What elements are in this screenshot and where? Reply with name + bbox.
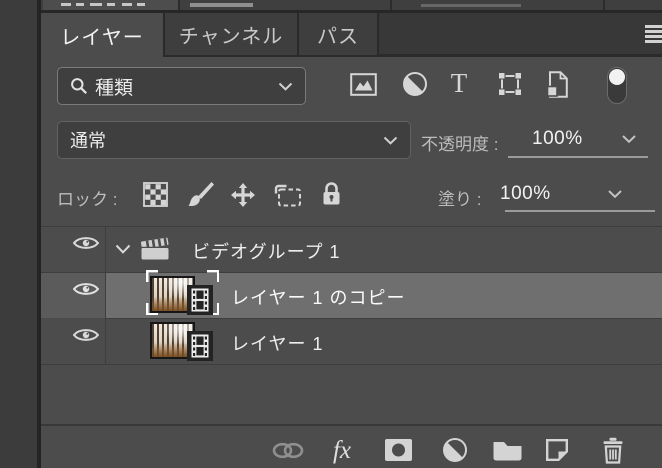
cropped-tab-text: [421, 4, 521, 7]
lock-position-icon[interactable]: [229, 181, 257, 208]
blend-mode-dropdown[interactable]: 通常: [57, 121, 411, 159]
new-adjustment-layer-icon[interactable]: [438, 433, 472, 467]
fill-underline: [505, 210, 655, 212]
fill-value[interactable]: 100%: [500, 183, 551, 205]
new-layer-icon[interactable]: [540, 433, 574, 467]
svg-text:T: T: [451, 70, 468, 97]
lock-image-pixels-icon[interactable]: [186, 180, 216, 209]
blend-mode-value: 通常: [70, 131, 106, 151]
layer-row-layer1[interactable]: [41, 319, 662, 365]
layer-filtering-toggle[interactable]: [607, 67, 627, 104]
visibility-eye-icon[interactable]: [72, 234, 100, 252]
opacity-label: 不透明度 :: [421, 135, 499, 154]
toggle-knob: [609, 69, 625, 85]
lock-transparent-pixels-icon[interactable]: [141, 181, 169, 208]
tab-channels-label: チャンネル: [178, 25, 284, 48]
search-icon: [70, 77, 88, 95]
chevron-down-icon: [278, 82, 293, 91]
video-group-clapperboard-icon[interactable]: [139, 234, 171, 262]
fx-label: fx: [332, 436, 352, 464]
cropped-active-tab: [43, 0, 179, 10]
smart-object-filter-icon[interactable]: [545, 70, 571, 98]
visibility-eye-icon[interactable]: [72, 280, 100, 298]
new-group-icon[interactable]: [490, 433, 524, 467]
lock-all-icon[interactable]: [319, 180, 343, 208]
layer-name-video-group[interactable]: ビデオグループ 1: [192, 238, 341, 264]
layer-row-video-group[interactable]: [41, 227, 662, 273]
add-layer-mask-icon[interactable]: [381, 433, 415, 467]
layer-name-selected[interactable]: レイヤー 1 のコピー: [231, 284, 405, 310]
filter-kind-dropdown[interactable]: 種類: [57, 67, 306, 105]
tab-channels[interactable]: チャンネル: [165, 13, 297, 55]
group-expander-chevron-icon[interactable]: [114, 243, 132, 255]
visibility-eye-icon[interactable]: [72, 326, 100, 344]
filter-kind-label: 種類: [95, 77, 134, 99]
link-layers-icon[interactable]: [271, 433, 305, 467]
tab-layers[interactable]: レイヤー: [41, 13, 163, 57]
type-layer-filter-icon[interactable]: T: [446, 70, 472, 97]
tab-layers-label: レイヤー: [60, 26, 144, 49]
layer-style-icon[interactable]: fx: [325, 433, 359, 467]
opacity-underline: [508, 156, 648, 158]
cropped-tab-text: [190, 3, 253, 7]
opacity-value[interactable]: 100%: [532, 128, 583, 150]
delete-layer-icon[interactable]: [596, 433, 630, 467]
video-filmstrip-icon: [187, 331, 213, 361]
pixel-layer-filter-icon[interactable]: [349, 71, 377, 97]
video-filmstrip-icon: [187, 285, 213, 315]
toolbar-divider: [41, 424, 662, 426]
layer-name-layer1[interactable]: レイヤー 1: [231, 330, 323, 356]
eye-column-divider: [105, 227, 106, 365]
adjustment-layer-filter-icon[interactable]: [401, 71, 429, 97]
opacity-chevron-icon[interactable]: [622, 135, 636, 143]
fill-label: 塗り :: [438, 190, 482, 209]
tab-paths-label: パス: [317, 25, 359, 48]
shape-layer-filter-icon[interactable]: [496, 71, 524, 97]
layers-panel-window: レイヤー チャンネル パス 種類 T 通常 不透明度: 100% ロック: …: [0, 0, 662, 468]
chevron-down-icon: [383, 136, 398, 145]
fill-chevron-icon[interactable]: [608, 190, 622, 198]
tab-paths[interactable]: パス: [299, 13, 377, 55]
lock-label: ロック :: [57, 190, 118, 209]
panel-menu-icon[interactable]: [645, 25, 662, 45]
cropped-tab-strip: [41, 0, 662, 10]
lock-artboard-icon[interactable]: [273, 183, 303, 208]
